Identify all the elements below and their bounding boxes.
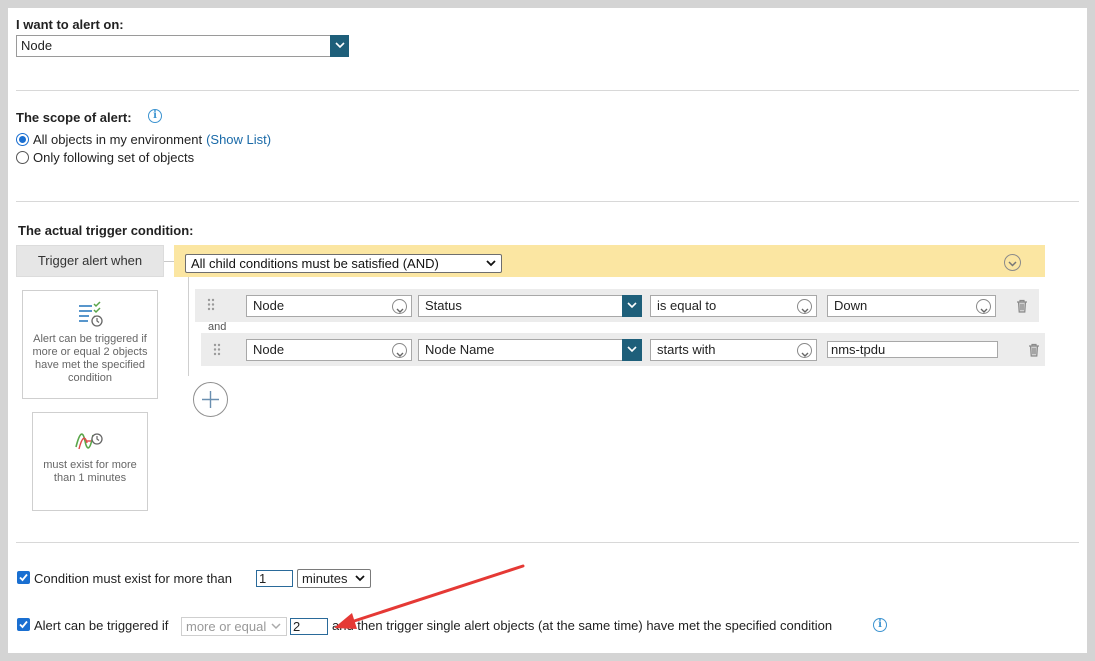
objects-count-input[interactable]: 2: [290, 618, 328, 635]
objects-threshold-card: Alert can be triggered if more or equal …: [22, 290, 158, 399]
drag-handle-icon[interactable]: [213, 343, 221, 359]
condition-operator-value: is equal to: [657, 298, 717, 313]
radio-selected-icon[interactable]: [16, 133, 29, 146]
alert-on-label: I want to alert on:: [16, 17, 124, 32]
wave-clock-icon: [33, 429, 147, 453]
list-clock-icon: [23, 301, 157, 329]
trash-icon[interactable]: [1016, 299, 1028, 316]
exist-duration-input[interactable]: 1: [256, 570, 293, 587]
show-list-link[interactable]: (Show List): [206, 132, 271, 147]
divider: [16, 201, 1079, 202]
connector-line: [164, 261, 174, 262]
scope-option-following-label: Only following set of objects: [33, 150, 195, 165]
chevron-down-icon: [797, 343, 812, 358]
collapse-group-icon[interactable]: [1004, 254, 1021, 271]
add-condition-button[interactable]: [193, 382, 228, 417]
condition-field-select[interactable]: Node Name: [418, 339, 642, 361]
alert-config-panel: I want to alert on: Node The scope of al…: [8, 8, 1087, 653]
drag-handle-icon[interactable]: [207, 298, 215, 314]
triggered-label: Alert can be triggered if: [34, 618, 169, 633]
duration-card: must exist for more than 1 minutes: [32, 412, 148, 511]
alert-on-select[interactable]: Node: [16, 35, 349, 57]
alert-on-value: Node: [21, 38, 53, 53]
condition-mode-select[interactable]: All child conditions must be satisfied (…: [185, 254, 502, 273]
condition-field-value: Status: [425, 298, 462, 313]
condition-value-select[interactable]: Down: [827, 295, 996, 317]
exist-label: Condition must exist for more than: [34, 571, 232, 586]
chevron-down-icon: [976, 299, 991, 314]
radio-unselected-icon[interactable]: [16, 151, 29, 164]
condition-row: Node Status is equal to Down: [195, 289, 1039, 322]
objects-threshold-text: Alert can be triggered if more or equal …: [32, 333, 148, 384]
condition-object-value: Node: [253, 298, 285, 313]
divider: [16, 542, 1079, 543]
info-icon[interactable]: i: [873, 618, 887, 632]
scope-option-all[interactable]: All objects in my environment (Show List…: [16, 132, 271, 147]
condition-value: Down: [834, 298, 868, 313]
checkbox-exist[interactable]: [17, 571, 30, 584]
condition-operator-select[interactable]: starts with: [650, 339, 817, 361]
condition-field-value: Node Name: [425, 342, 495, 357]
condition-mode-value: All child conditions must be satisfied (…: [191, 256, 439, 271]
chevron-down-icon: [271, 618, 281, 639]
comparison-value: more or equal: [186, 619, 267, 634]
comparison-select[interactable]: more or equal: [181, 617, 287, 636]
scope-option-following[interactable]: Only following set of objects: [16, 150, 194, 165]
chevron-down-icon: [330, 35, 349, 57]
chevron-down-icon: [622, 295, 642, 317]
exist-duration-value: 1: [259, 571, 267, 586]
condition-field-select[interactable]: Status: [418, 295, 642, 317]
objects-count-value: 2: [293, 619, 301, 634]
scope-label: The scope of alert:: [16, 110, 132, 125]
chevron-down-icon: [486, 255, 496, 276]
info-icon[interactable]: i: [148, 109, 162, 123]
chevron-down-icon: [622, 339, 642, 361]
tree-line: [188, 277, 189, 376]
trigger-when-label: Trigger alert when: [16, 245, 164, 277]
chevron-down-icon: [392, 299, 407, 314]
condition-connector: and: [208, 321, 227, 333]
chevron-down-icon: [392, 343, 407, 358]
annotation-arrow-icon: [334, 564, 525, 629]
checkbox-triggered[interactable]: [17, 618, 30, 631]
condition-row: Node Node Name starts with nms-tpdu: [201, 333, 1045, 366]
condition-value: nms-tpdu: [831, 342, 886, 357]
divider: [16, 90, 1079, 91]
chevron-down-icon: [797, 299, 812, 314]
condition-object-select[interactable]: Node: [246, 339, 412, 361]
scope-option-all-label: All objects in my environment: [33, 132, 203, 147]
trash-icon[interactable]: [1028, 343, 1040, 360]
condition-operator-value: starts with: [657, 342, 716, 357]
trigger-condition-label: The actual trigger condition:: [18, 223, 194, 238]
condition-object-select[interactable]: Node: [246, 295, 412, 317]
condition-operator-select[interactable]: is equal to: [650, 295, 817, 317]
condition-value-input[interactable]: nms-tpdu: [827, 341, 998, 358]
duration-text: must exist for more than 1 minutes: [43, 459, 137, 484]
condition-object-value: Node: [253, 342, 285, 357]
